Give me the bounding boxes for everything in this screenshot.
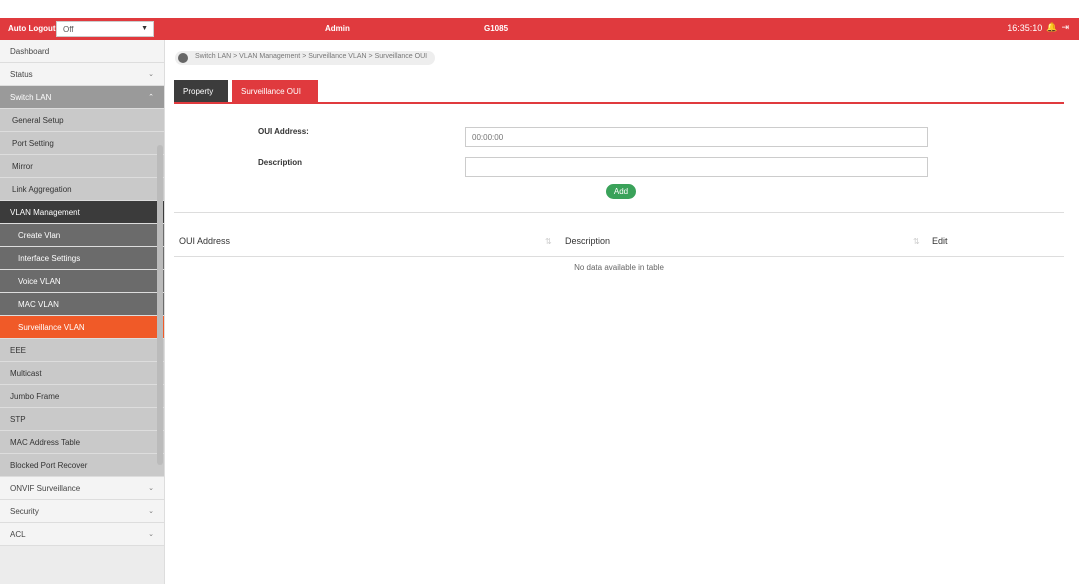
sidebar-item-label: General Setup [12, 116, 64, 125]
chevron-down-icon: ⌄ [148, 531, 154, 538]
oui-address-input[interactable] [465, 127, 928, 147]
sidebar-item-label: Create Vlan [18, 231, 61, 240]
sidebar-item-mirror[interactable]: Mirror [0, 155, 164, 178]
sidebar-item-label: Interface Settings [18, 254, 81, 263]
description-label: Description [258, 158, 303, 167]
sidebar-item-stp[interactable]: STP [0, 408, 164, 431]
sidebar-item-link-aggregation[interactable]: Link Aggregation [0, 178, 164, 201]
chevron-down-icon: ⌄ [148, 485, 154, 492]
table-header-border [174, 256, 1064, 257]
sidebar-item-label: Link Aggregation [12, 185, 72, 194]
model-name: G1085 [484, 24, 509, 33]
sidebar-item-label: STP [10, 415, 26, 424]
sidebar-item-onvif-surveillance[interactable]: ONVIF Surveillance ⌄ [0, 477, 164, 500]
sidebar-item-port-setting[interactable]: Port Setting [0, 132, 164, 155]
sidebar-item-label: Switch LAN [10, 93, 52, 102]
sidebar-item-jumbo-frame[interactable]: Jumbo Frame [0, 385, 164, 408]
sidebar-item-label: Voice VLAN [18, 277, 61, 286]
column-header-description[interactable]: Description [565, 236, 610, 246]
description-input[interactable] [465, 157, 928, 177]
tab-surveillance-oui[interactable]: Surveillance OUI [232, 80, 318, 102]
logout-icon[interactable]: ⇥ [1061, 22, 1069, 33]
sidebar-item-label: Dashboard [10, 47, 50, 56]
sidebar-item-switch-lan[interactable]: Switch LAN ⌃ [0, 86, 164, 109]
sidebar: Dashboard Status ⌄ Switch LAN ⌃ General Se… [0, 40, 165, 584]
sidebar-item-acl[interactable]: ACL ⌄ [0, 523, 164, 546]
top-red-bar: Auto Logout : Off ▼ Admin G1085 16:35:10… [0, 18, 1079, 40]
auto-logout-label: Auto Logout : [8, 24, 61, 33]
sidebar-item-label: MAC Address Table [10, 438, 81, 447]
sidebar-item-label: Port Setting [12, 139, 54, 148]
sidebar-item-label: ACL [10, 530, 26, 539]
sidebar-item-label: Multicast [10, 369, 42, 378]
sidebar-item-security[interactable]: Security ⌄ [0, 500, 164, 523]
sidebar-item-blocked-port-recover[interactable]: Blocked Port Recover [0, 454, 164, 477]
header-right: 16:35:10 🔔 ⇥ [1007, 22, 1069, 33]
sidebar-item-label: Blocked Port Recover [10, 461, 88, 470]
sidebar-item-label: ONVIF Surveillance [10, 484, 81, 493]
chevron-down-icon: ▼ [141, 25, 148, 32]
sidebar-item-label: Surveillance VLAN [18, 323, 85, 332]
column-header-edit[interactable]: Edit [932, 236, 948, 246]
chevron-up-icon: ⌃ [148, 94, 154, 101]
sidebar-item-label: Security [10, 507, 39, 516]
sidebar-item-status[interactable]: Status ⌄ [0, 63, 164, 86]
chevron-down-icon: ⌄ [148, 71, 154, 78]
bell-icon[interactable]: 🔔 [1046, 22, 1057, 33]
sidebar-item-mac-vlan[interactable]: MAC VLAN [0, 293, 164, 316]
sidebar-item-label: EEE [10, 346, 27, 355]
oui-address-label: OUI Address: [258, 127, 309, 136]
sidebar-item-dashboard[interactable]: Dashboard [0, 40, 164, 63]
breadcrumb: Switch LAN > VLAN Management > Surveilla… [175, 51, 436, 65]
chevron-down-icon: ⌄ [148, 508, 154, 515]
user-name: Admin [325, 24, 350, 33]
sidebar-item-eee[interactable]: EEE [0, 339, 164, 362]
sidebar-scrollbar[interactable] [157, 145, 163, 465]
column-header-oui-address[interactable]: OUI Address [179, 236, 230, 246]
sidebar-item-label: Status [10, 70, 33, 79]
auto-logout-value: Off [63, 25, 74, 34]
sidebar-item-label: Mirror [12, 162, 33, 171]
sidebar-item-mac-address-table[interactable]: MAC Address Table [0, 431, 164, 454]
sidebar-item-surveillance-vlan[interactable]: Surveillance VLAN [0, 316, 164, 339]
tab-bar: Property Surveillance OUI [174, 80, 1064, 104]
sidebar-item-label: Jumbo Frame [10, 392, 60, 401]
sidebar-item-label: MAC VLAN [18, 300, 59, 309]
sidebar-item-vlan-management[interactable]: VLAN Management [0, 201, 164, 224]
sidebar-item-label: VLAN Management [10, 208, 80, 217]
auto-logout-select[interactable]: Off ▼ [56, 21, 154, 37]
add-button[interactable]: Add [606, 184, 636, 199]
table-empty-message: No data available in table [574, 263, 664, 272]
sidebar-item-create-vlan[interactable]: Create Vlan [0, 224, 164, 247]
sidebar-item-voice-vlan[interactable]: Voice VLAN [0, 270, 164, 293]
sidebar-item-multicast[interactable]: Multicast [0, 362, 164, 385]
clock-time: 16:35:10 [1007, 22, 1043, 33]
divider [174, 212, 1064, 213]
sort-icon[interactable]: ⇅ [545, 237, 552, 246]
sidebar-item-general-setup[interactable]: General Setup [0, 109, 164, 132]
sort-icon[interactable]: ⇅ [913, 237, 920, 246]
home-icon[interactable] [178, 53, 188, 63]
tab-property[interactable]: Property [174, 80, 228, 102]
breadcrumb-text: Switch LAN > VLAN Management > Surveilla… [195, 53, 428, 60]
sidebar-item-interface-settings[interactable]: Interface Settings [0, 247, 164, 270]
